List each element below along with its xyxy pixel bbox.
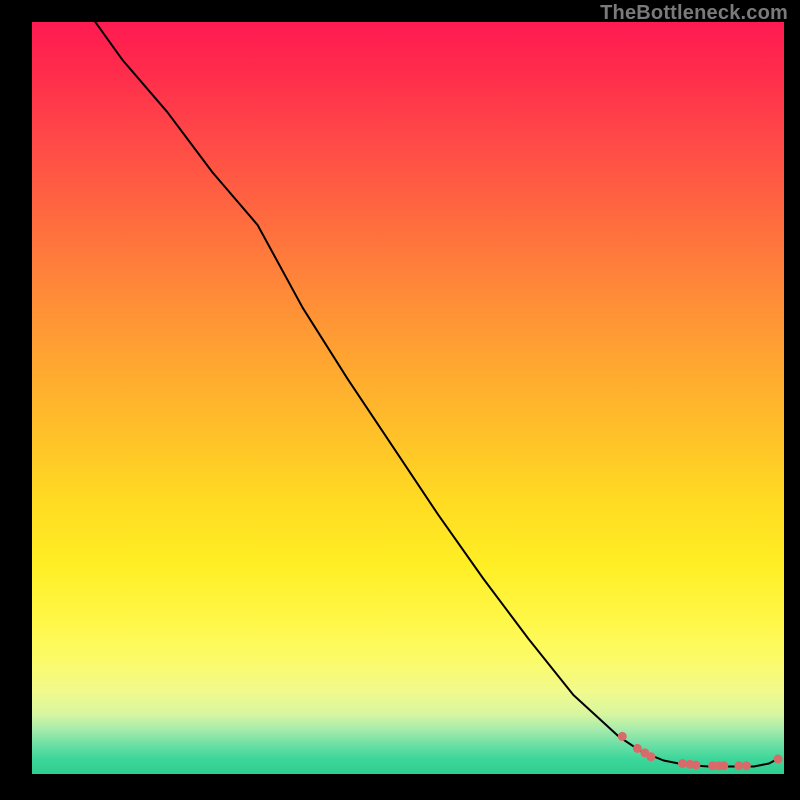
data-point	[719, 761, 728, 770]
data-point	[692, 761, 701, 770]
data-point	[774, 755, 783, 764]
plot-area	[32, 22, 784, 774]
data-point	[618, 732, 627, 741]
chart-svg	[32, 22, 784, 774]
curve-line	[85, 22, 781, 767]
chart-frame: TheBottleneck.com	[0, 0, 800, 800]
data-point	[742, 761, 751, 770]
scatter-points	[618, 732, 783, 770]
data-point	[646, 752, 655, 761]
watermark-label: TheBottleneck.com	[600, 2, 788, 25]
curve-path	[85, 22, 781, 767]
data-point	[633, 744, 642, 753]
